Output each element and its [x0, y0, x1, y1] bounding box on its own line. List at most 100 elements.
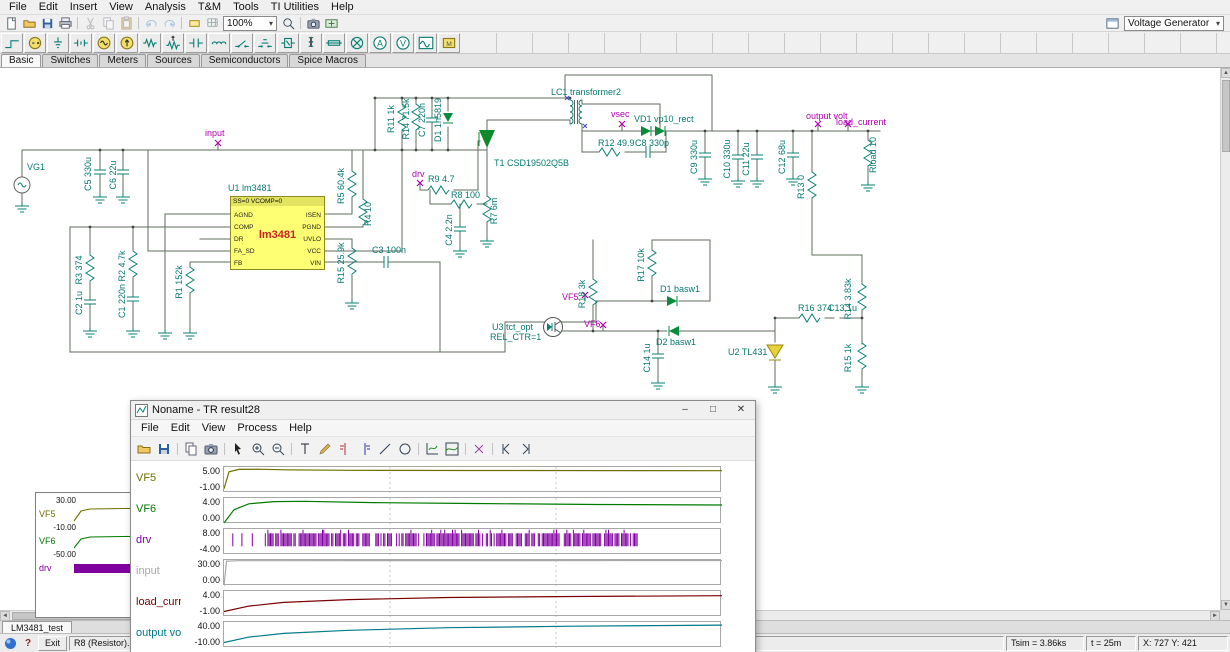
menu-file[interactable]: File — [3, 0, 33, 14]
component-wire-button[interactable] — [1, 32, 23, 53]
component-label[interactable]: R11 1k — [386, 105, 396, 133]
component-label[interactable]: drv — [412, 169, 425, 179]
component-label[interactable]: C11 22u — [741, 142, 751, 175]
zoom-out-button[interactable] — [268, 439, 288, 459]
exit-button[interactable]: Exit — [38, 635, 68, 651]
pen-button[interactable] — [315, 439, 335, 459]
status-sphere-icon[interactable] — [2, 636, 18, 651]
component-label[interactable]: VD1 vp10_rect — [634, 114, 694, 124]
component-tab-semiconductors[interactable]: Semiconductors — [200, 54, 289, 67]
component-label[interactable]: R5 60.4k — [336, 167, 346, 204]
component-label[interactable]: C7 220n — [417, 103, 427, 137]
interactive-button[interactable] — [322, 15, 340, 31]
minimize-button[interactable]: – — [671, 401, 699, 419]
component-tab-basic[interactable]: Basic — [1, 54, 42, 67]
component-label[interactable]: R12 49.9 — [598, 138, 635, 148]
component-label[interactable]: R3 374 — [74, 255, 84, 284]
component-label[interactable]: C8 330p — [635, 138, 669, 148]
text-button[interactable] — [295, 439, 315, 459]
component-label[interactable]: R9 4.7 — [428, 174, 455, 184]
component-macro-button[interactable]: M — [438, 32, 460, 53]
component-ammeter-button[interactable]: A — [369, 32, 391, 53]
plot-strip[interactable] — [223, 590, 722, 617]
component-lamp-button[interactable] — [346, 32, 368, 53]
component-label[interactable]: C6 22u — [108, 160, 118, 189]
component-label[interactable]: load_current — [836, 117, 887, 127]
component-relay-button[interactable] — [277, 32, 299, 53]
result-menu-help[interactable]: Help — [283, 421, 318, 435]
component-label[interactable]: R8 100 — [451, 190, 480, 200]
result-menu-file[interactable]: File — [135, 421, 165, 435]
component-tab-sources[interactable]: Sources — [147, 54, 200, 67]
component-label[interactable]: C14 1u — [642, 343, 652, 372]
undo-button[interactable] — [142, 15, 160, 31]
component-battery-button[interactable] — [70, 32, 92, 53]
component-label[interactable]: R16 374 — [798, 303, 832, 313]
component-label[interactable]: R15 25.9k — [336, 242, 346, 284]
component-label[interactable]: vsec — [611, 109, 630, 119]
maximize-button[interactable]: □ — [699, 401, 727, 419]
result-menu-process[interactable]: Process — [231, 421, 283, 435]
component-label[interactable]: C1 220n — [117, 284, 127, 318]
component-label[interactable]: R4 10 — [363, 202, 373, 226]
result-menu-edit[interactable]: Edit — [165, 421, 196, 435]
component-switch-button[interactable] — [231, 32, 253, 53]
pointer-button[interactable] — [228, 439, 248, 459]
line-tool-button[interactable] — [375, 439, 395, 459]
component-label[interactable]: VG1 — [27, 162, 45, 172]
redo-button[interactable] — [160, 15, 178, 31]
scroll-up-arrow-icon[interactable]: ▲ — [1221, 68, 1230, 78]
vertical-scroll-thumb[interactable] — [1222, 80, 1230, 152]
component-current-source-button[interactable] — [116, 32, 138, 53]
plot-strip[interactable] — [223, 528, 721, 555]
component-label[interactable]: input — [205, 128, 225, 138]
component-label[interactable]: C5 330u — [83, 157, 93, 191]
component-ground-button[interactable] — [47, 32, 69, 53]
component-transformer-button[interactable] — [300, 32, 322, 53]
component-label[interactable]: C4 2.2n — [444, 214, 454, 246]
ic-lm3481[interactable]: SS=0 VCOMP=0 lm3481 AGND COMP DR FA_SD FB IS… — [230, 196, 325, 270]
component-label[interactable]: VF5 — [562, 292, 579, 302]
zoom-level-combo[interactable]: 100% ▾ — [223, 15, 277, 31]
result-window-titlebar[interactable]: Noname - TR result28 – □ ✕ — [131, 401, 755, 420]
component-label[interactable]: D1 basw1 — [660, 284, 700, 294]
menu-t-m[interactable]: T&M — [192, 0, 227, 14]
component-label[interactable]: R2 4.7k — [117, 250, 127, 282]
component-label[interactable]: R14 71.5k — [401, 98, 411, 140]
menu-help[interactable]: Help — [325, 0, 360, 14]
cut-button[interactable] — [81, 15, 99, 31]
component-voltage-source-button[interactable] — [24, 32, 46, 53]
magnifier-button[interactable] — [279, 15, 297, 31]
copy-button[interactable] — [99, 15, 117, 31]
component-tab-spice-macros[interactable]: Spice Macros — [289, 54, 366, 67]
component-label[interactable]: R1 152k — [174, 265, 184, 299]
new-file-button[interactable] — [2, 15, 20, 31]
status-help-icon[interactable]: ? — [20, 636, 36, 651]
component-label[interactable]: R14 3.83k — [843, 278, 853, 320]
open-folder-button[interactable] — [134, 439, 154, 459]
menu-ti-utilities[interactable]: TI Utilities — [265, 0, 325, 14]
component-label[interactable]: Rload 10 — [868, 137, 878, 173]
result-menu-view[interactable]: View — [196, 421, 232, 435]
component-push-button-button[interactable] — [254, 32, 276, 53]
component-label[interactable]: REL_CTR=1 — [490, 332, 541, 342]
prev-interval-button[interactable] — [496, 439, 516, 459]
component-label[interactable]: R13 0 — [796, 175, 806, 199]
component-fuse-button[interactable] — [323, 32, 345, 53]
marker-button[interactable] — [469, 439, 489, 459]
component-label[interactable]: U2 TL431 — [728, 347, 767, 357]
cursor-a-button[interactable] — [335, 439, 355, 459]
plot-strip[interactable] — [223, 466, 722, 493]
plot-strip[interactable] — [223, 559, 722, 586]
component-label[interactable]: C10 330u — [722, 139, 732, 178]
component-label[interactable]: T1 CSD19502Q5B — [494, 158, 569, 168]
menu-tools[interactable]: Tools — [227, 0, 265, 14]
paste-button[interactable] — [117, 15, 135, 31]
component-label[interactable]: C2 1u — [74, 291, 84, 315]
tr-result-window[interactable]: Noname - TR result28 – □ ✕ File Edit View Pro… — [130, 400, 756, 652]
save-button[interactable] — [154, 439, 174, 459]
autoscale-button[interactable] — [442, 439, 462, 459]
component-label[interactable]: D1 1n5819 — [433, 98, 443, 142]
component-resistor-button[interactable] — [139, 32, 161, 53]
vertical-scrollbar[interactable]: ▲ ▼ — [1220, 68, 1230, 610]
